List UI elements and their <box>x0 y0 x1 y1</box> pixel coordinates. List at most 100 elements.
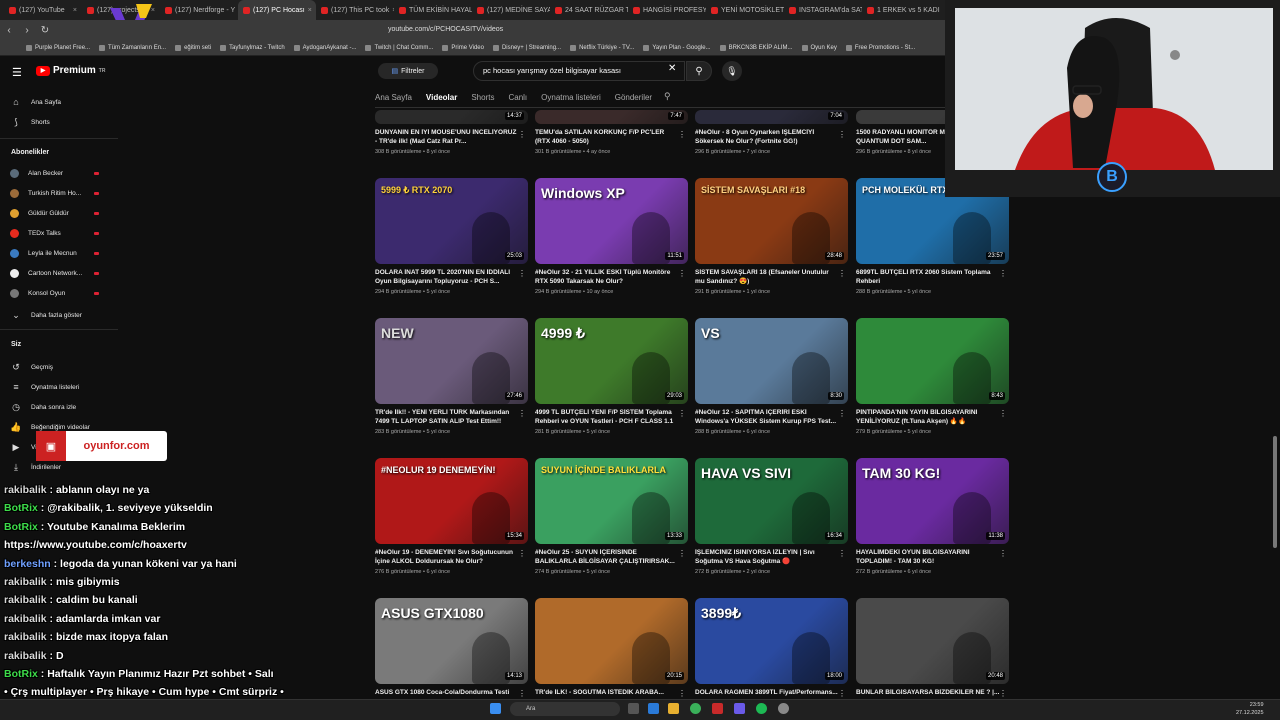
bookmark-item[interactable]: Yayın Plan - Google... <box>643 44 711 51</box>
reload-icon[interactable]: ↻ <box>36 20 54 40</box>
more-actions-icon[interactable]: ⋮ <box>678 409 686 418</box>
bookmark-item[interactable]: AydoganAykanat -... <box>293 44 356 51</box>
more-actions-icon[interactable]: ⋮ <box>999 549 1007 558</box>
video-title[interactable]: #NeOlur 12 - SAPITMA İÇERİRİ ESKİ Window… <box>695 409 848 426</box>
app-icon-red[interactable] <box>712 703 723 714</box>
video-thumbnail[interactable]: NEW 27:46 <box>375 318 528 404</box>
more-actions-icon[interactable]: ⋮ <box>999 409 1007 418</box>
browser-tab[interactable]: 24 SAAT RÜZGAR T× <box>550 0 628 20</box>
video-thumbnail[interactable]: 3899₺ 18:00 <box>695 598 848 684</box>
more-actions-icon[interactable]: ⋮ <box>518 130 526 139</box>
more-actions-icon[interactable]: ⋮ <box>518 689 526 698</box>
more-actions-icon[interactable]: ⋮ <box>518 269 526 278</box>
bookmark-item[interactable]: Tüm Zamanların En... <box>99 44 166 51</box>
bookmark-item[interactable]: Disney+ | Streaming... <box>492 44 561 51</box>
taskbar-clock[interactable]: 23:59 27.12.2025 <box>1236 701 1264 717</box>
video-title[interactable]: #NeOlur 19 - DENEMEYİN! Sıvı Soğutucunun… <box>375 549 528 566</box>
discord-icon[interactable] <box>734 703 745 714</box>
video-title[interactable]: TR'de İlk!! - YENİ YERLİ TÜRK Markasında… <box>375 409 528 426</box>
show-more-button[interactable]: ⌄ Daha fazla göster <box>10 309 82 321</box>
tab-canlı[interactable]: Canlı <box>508 93 527 102</box>
video-card[interactable]: TAM 30 KG! 11:38 HAYALİMDEKİ OYUN BİLGİSAY… <box>856 458 1009 575</box>
video-thumbnail[interactable]: 20:48 <box>856 598 1009 684</box>
video-card[interactable]: 5999 ₺ RTX 2070 25:03 DOLARA İNAT 5999 TL … <box>375 178 528 295</box>
sidebar-subscription[interactable]: Konsol Oyun <box>10 289 65 298</box>
chrome-icon[interactable] <box>690 703 701 714</box>
video-thumbnail[interactable]: 5999 ₺ RTX 2070 25:03 <box>375 178 528 264</box>
video-card[interactable]: SİSTEM SAVAŞLARI #18 28:48 SİSTEM SAVAŞLAR… <box>695 178 848 295</box>
video-card[interactable]: 20:48 BUNLAR BİLGİSAYARSA BİZDEKİLER NE ?… <box>856 598 1009 706</box>
start-icon[interactable] <box>490 703 501 714</box>
url-field[interactable]: youtube.com/c/PCHOCASITV/videos <box>370 23 890 37</box>
sidebar-item-geçmiş[interactable]: ↺ Geçmiş <box>10 361 53 373</box>
sidebar-item-shorts[interactable]: ⟆ Shorts <box>10 116 50 128</box>
video-thumbnail[interactable]: 7:47 <box>535 110 688 124</box>
browser-tab[interactable]: (127) PC Hocası × <box>238 0 316 20</box>
video-thumbnail[interactable]: 8:43 <box>856 318 1009 404</box>
video-card[interactable]: HAVA VS SIVI 16:34 İŞLEMCİNİZ ISINIYORSA İ… <box>695 458 848 575</box>
sidebar-subscription[interactable]: TEDx Talks <box>10 229 61 238</box>
task-view-icon[interactable] <box>628 703 639 714</box>
sidebar-subscription[interactable]: Güldür Güldür <box>10 209 69 218</box>
more-actions-icon[interactable]: ⋮ <box>838 409 846 418</box>
bookmark-item[interactable]: Twitch | Chat Comm... <box>365 44 433 51</box>
video-thumbnail[interactable]: 4999 ₺ 29:03 <box>535 318 688 404</box>
video-card[interactable]: 8:43 PİNTİPANDA'NIN YAYIN BİLGİSAYARINI Y… <box>856 318 1009 435</box>
more-actions-icon[interactable]: ⋮ <box>678 549 686 558</box>
bookmark-item[interactable]: BRKCN3B EKİP ALIM... <box>719 44 793 51</box>
menu-icon[interactable]: ☰ <box>12 66 22 79</box>
sidebar-subscription[interactable]: Alan Becker <box>10 169 63 178</box>
video-title[interactable]: #NeOlur 25 - SUYUN İÇERİSİNDE BALIKLARLA… <box>535 549 688 566</box>
bookmark-item[interactable]: Tayfunylmaz - Twitch <box>220 44 285 51</box>
video-title[interactable]: 6899TL BÜTÇELİ RTX 2060 Sistem Toplama R… <box>856 269 1009 286</box>
sidebar-subscription[interactable]: Cartoon Network... <box>10 269 82 278</box>
back-icon[interactable]: ‹ <box>0 20 18 40</box>
video-thumbnail[interactable]: ASUS GTX1080 14:13 <box>375 598 528 684</box>
video-thumbnail[interactable]: 14:37 <box>375 110 528 124</box>
video-title[interactable]: #NeOlur - 8 Oyun Oynarken İŞLEMCİYİ Söke… <box>695 129 848 146</box>
sidebar-item-daha-sonra-izle[interactable]: ◷ Daha sonra izle <box>10 401 76 413</box>
more-actions-icon[interactable]: ⋮ <box>838 689 846 698</box>
tab-ana-sayfa[interactable]: Ana Sayfa <box>375 93 412 102</box>
bookmark-item[interactable]: Purple Planet Free... <box>26 44 90 51</box>
search-button[interactable]: ⚲ <box>686 61 712 81</box>
page-scrollbar[interactable] <box>1273 436 1277 548</box>
sidebar-subscription[interactable]: Leyla ile Mecnun <box>10 249 77 258</box>
bookmark-item[interactable]: Netflix Türkiye - TV... <box>570 44 634 51</box>
video-title[interactable]: #NeOlur 32 - 21 YILLIK ESKİ Tüplü Monitö… <box>535 269 688 286</box>
channel-search-icon[interactable]: ⚲ <box>664 91 671 102</box>
browser-tab[interactable]: (127) YouTube × <box>4 0 82 20</box>
video-thumbnail[interactable]: SUYUN İÇİNDE BALIKLARLA 13:33 <box>535 458 688 544</box>
video-card[interactable]: Windows XP 11:51 #NeOlur 32 - 21 YILLIK ES… <box>535 178 688 295</box>
more-actions-icon[interactable]: ⋮ <box>518 549 526 558</box>
browser-tab[interactable]: INSTAGRAM'da SAT× <box>784 0 862 20</box>
widgets-icon[interactable] <box>648 703 659 714</box>
more-actions-icon[interactable]: ⋮ <box>678 689 686 698</box>
video-title[interactable]: İŞLEMCİNİZ ISINIYORSA İZLEYİN | Sıvı Soğ… <box>695 549 848 566</box>
video-card[interactable]: 20:15 TR'de İLK! - SOĞUTMA İSTEDİK ARABA.… <box>535 598 688 706</box>
tab-shorts[interactable]: Shorts <box>471 93 494 102</box>
bookmark-item[interactable]: eğitim seti <box>175 44 211 51</box>
more-actions-icon[interactable]: ⋮ <box>999 269 1007 278</box>
voice-search-button[interactable]: 🎙 <box>722 61 742 81</box>
more-actions-icon[interactable]: ⋮ <box>678 130 686 139</box>
more-actions-icon[interactable]: ⋮ <box>838 549 846 558</box>
more-actions-icon[interactable]: ⋮ <box>838 269 846 278</box>
browser-tab[interactable]: (127) MEDİNE SAYA× <box>472 0 550 20</box>
video-card[interactable]: 4999 ₺ 29:03 4999 TL BÜTÇELİ YENİ F/P SİST… <box>535 318 688 435</box>
video-thumbnail[interactable]: Windows XP 11:51 <box>535 178 688 264</box>
browser-tab[interactable]: 1 ERKEK vs 5 KADIN× <box>862 0 940 20</box>
sidebar-item-i̇ndirilenler[interactable]: ⤓ İndirilenler <box>10 461 61 473</box>
video-thumbnail[interactable]: 7:04 <box>695 110 848 124</box>
browser-tab[interactable]: HANGİSİ PROFESY× <box>628 0 706 20</box>
video-title[interactable]: PİNTİPANDA'NIN YAYIN BİLGİSAYARINI YENİL… <box>856 409 1009 426</box>
browser-tab[interactable]: TÜM EKİBİN HAYAL× <box>394 0 472 20</box>
video-thumbnail[interactable]: TAM 30 KG! 11:38 <box>856 458 1009 544</box>
video-card[interactable]: 14:37 DÜNYANIN EN İYİ MOUSE'UNU İNCELİYOR… <box>375 110 528 155</box>
filters-chip[interactable]: ▤ Filtreler <box>378 63 438 79</box>
close-tab-icon[interactable]: × <box>308 7 312 14</box>
more-actions-icon[interactable]: ⋮ <box>838 130 846 139</box>
search-input[interactable]: pc hocası yarışmay özel bilgisayar kasas… <box>473 61 685 81</box>
video-thumbnail[interactable]: 20:15 <box>535 598 688 684</box>
sidebar-item-oynatma-listeleri[interactable]: ≡ Oynatma listeleri <box>10 381 79 393</box>
